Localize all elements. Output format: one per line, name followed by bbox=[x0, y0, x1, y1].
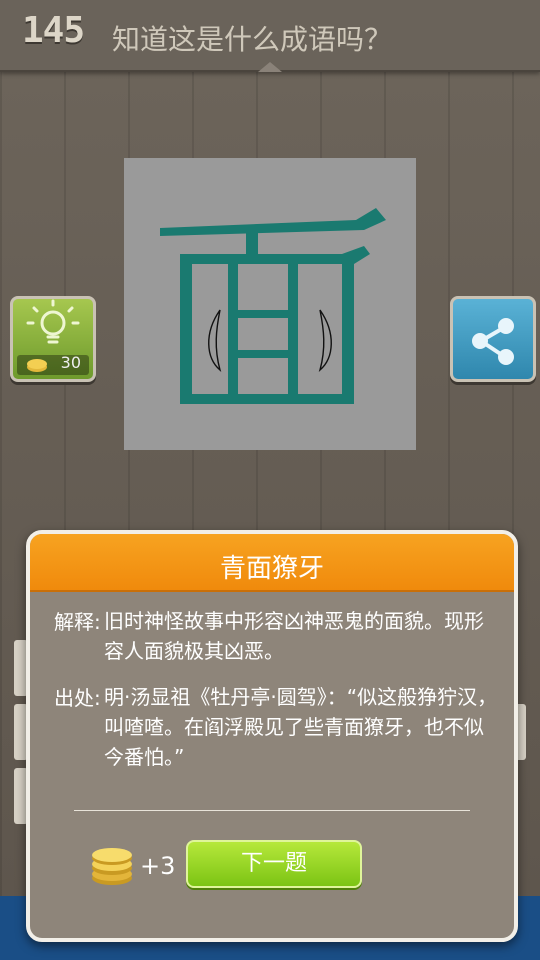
share-icon bbox=[472, 318, 514, 365]
coin-icon bbox=[27, 359, 47, 372]
question-text: 知道这是什么成语吗？ bbox=[112, 23, 393, 56]
hint-button[interactable]: 30 bbox=[10, 296, 96, 382]
lightbulb-icon bbox=[26, 299, 80, 344]
divider bbox=[74, 810, 470, 811]
next-question-button[interactable]: 下一题 bbox=[186, 840, 362, 888]
dialog-header: 青面獠牙 bbox=[30, 534, 514, 592]
coins-icon bbox=[92, 848, 132, 885]
header-notch bbox=[258, 62, 282, 72]
level-number: 145 bbox=[22, 10, 85, 51]
source-text: 明·汤显祖《牡丹亭·圆驾》：“似这般狰狞汉，叫喳喳。在阎浮殿见了些青面獠牙，也不… bbox=[104, 685, 498, 769]
source-label: 出处: bbox=[54, 686, 101, 710]
reward-amount: +3 bbox=[140, 852, 176, 880]
hint-cost: 30 bbox=[60, 353, 81, 372]
puzzle-image bbox=[124, 158, 416, 450]
explanation-label: 解释: bbox=[54, 610, 101, 634]
puzzle-character-drawing bbox=[160, 208, 386, 404]
top-bar: 145 知道这是什么成语吗？ bbox=[0, 0, 540, 72]
idiom-title: 青面獠牙 bbox=[219, 554, 324, 584]
answer-dialog: 青面獠牙 解释: 旧时神怪故事中形容凶神恶鬼的面貌。现形容人面貌极其凶恶。 出处… bbox=[26, 530, 518, 942]
explanation-text: 旧时神怪故事中形容凶神恶鬼的面貌。现形容人面貌极其凶恶。 bbox=[104, 609, 484, 663]
hint-cost-bar: 30 bbox=[17, 353, 89, 375]
share-button[interactable] bbox=[450, 296, 536, 382]
